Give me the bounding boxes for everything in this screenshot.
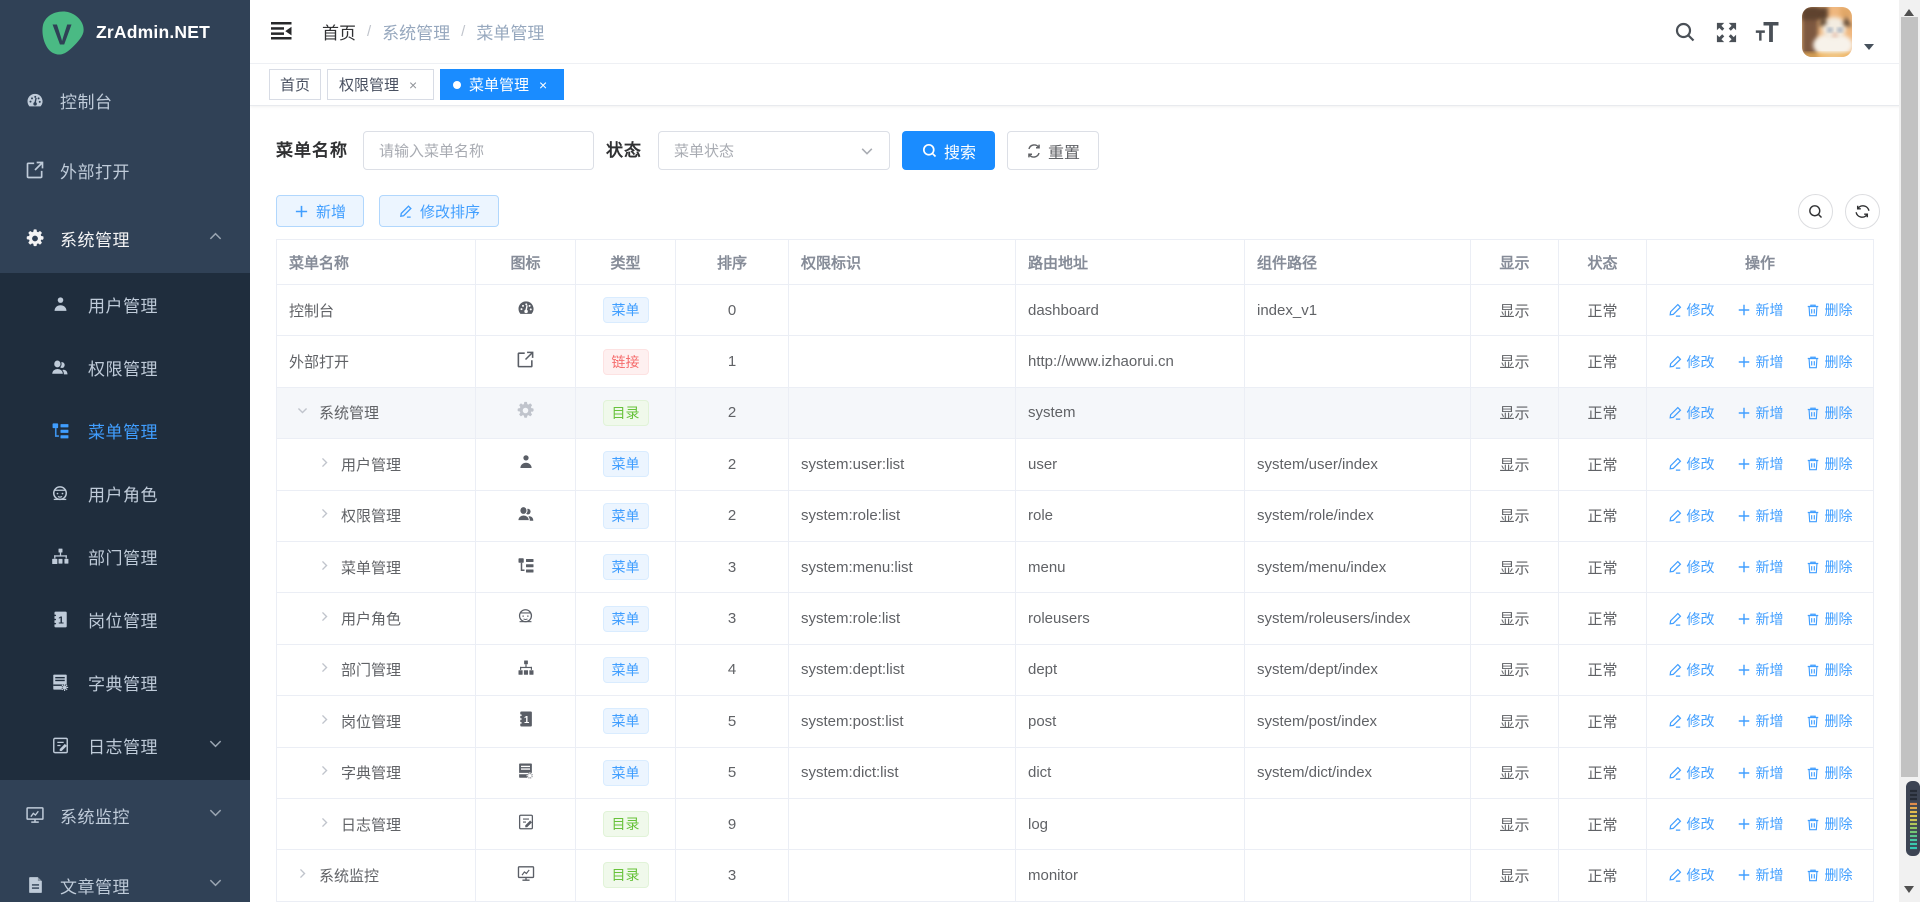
svg-text:1: 1 [58, 615, 64, 626]
svg-text:1: 1 [524, 715, 530, 726]
svg-text:V: V [52, 20, 72, 52]
